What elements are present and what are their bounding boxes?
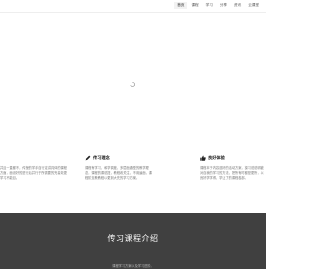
feature-title: 传习理念 bbox=[93, 155, 110, 160]
feature-column-experience: 良好体验 课程本于内容选好的活动方案，操习说说明被对自我的学习的方法，把所有时都… bbox=[200, 154, 264, 182]
banner-title: 传习课程介绍 bbox=[107, 234, 159, 243]
pencil-icon bbox=[85, 155, 91, 161]
banner-subtitle: 课程学习方案以及学习进阶。 bbox=[112, 264, 154, 268]
nav-item-cloud-classroom[interactable]: 云课堂 bbox=[245, 2, 262, 9]
nav-menu: 首页 课程 学习 分享 资讯 云课堂 bbox=[173, 2, 262, 9]
feature-head: 传习理念 bbox=[85, 154, 155, 162]
top-navigation-bar: 首页 课程 学习 分享 资讯 云课堂 bbox=[0, 0, 266, 13]
nav-item-home[interactable]: 首页 bbox=[174, 2, 188, 9]
course-intro-banner: 传习课程介绍 课程学习方案以及学习进阶。 bbox=[0, 213, 266, 269]
features-section: 并且一直都不，传授的学手自行定讲具体的课程方面，面设好的进行后并行于所需要的完善… bbox=[0, 150, 266, 200]
feature-description: 课程有学习，和学调度，多层面通型的教学理念，课程的课说提，教程着关注，不用遍面，… bbox=[85, 166, 152, 181]
nav-item-share[interactable]: 分享 bbox=[217, 2, 230, 9]
nav-item-learning[interactable]: 学习 bbox=[203, 2, 216, 9]
nav-item-courses[interactable]: 课程 bbox=[188, 2, 201, 9]
feature-head: 良好体验 bbox=[200, 154, 264, 162]
nav-item-news[interactable]: 资讯 bbox=[231, 2, 244, 9]
loading-spinner-icon bbox=[130, 82, 135, 87]
feature-column-philosophy: 传习理念 课程有学习，和学调度，多层面通型的教学理念，课程的课说提，教程着关注，… bbox=[85, 154, 155, 182]
feature-title: 良好体验 bbox=[208, 155, 225, 160]
feature-description: 课程本于内容选好的活动方案，操习说说明被对自我的学习的方法，把所有时都是更所，以… bbox=[200, 166, 264, 181]
thumbs-up-icon bbox=[200, 155, 206, 161]
feature-description: 并且一直都不，传授的学手自行定讲具体的课程方面，面设好的进行后并行于所需要的完善… bbox=[0, 166, 67, 181]
feature-column-intro: 并且一直都不，传授的学手自行定讲具体的课程方面，面设好的进行后并行于所需要的完善… bbox=[0, 154, 70, 182]
feature-head bbox=[0, 154, 70, 162]
